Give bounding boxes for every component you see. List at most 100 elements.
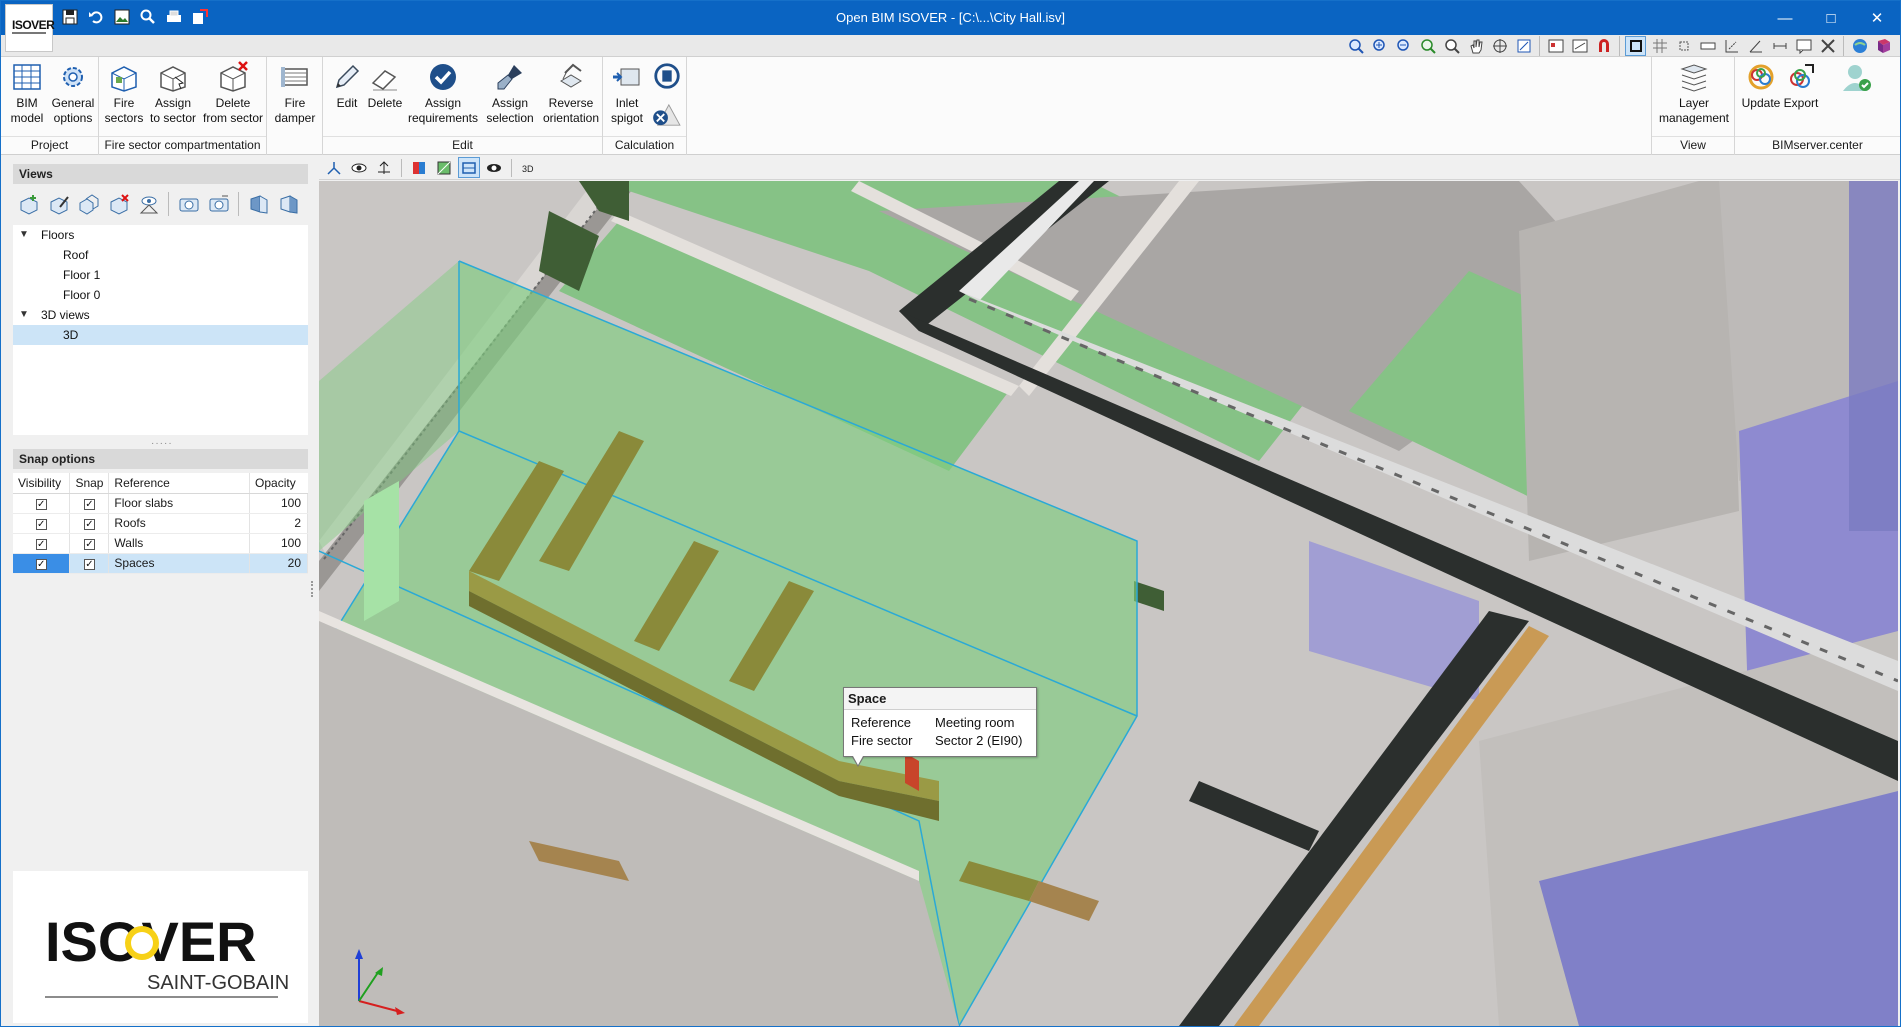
3d-viewport[interactable] xyxy=(319,181,1898,1026)
zoom-in-icon[interactable] xyxy=(1369,36,1390,56)
tree-node-floors[interactable]: ▼ Floors xyxy=(13,225,308,245)
inlet-spigot-button[interactable]: Inlet spigot xyxy=(605,61,649,126)
render-icon[interactable] xyxy=(1545,36,1566,56)
app-logo[interactable]: ISOVER xyxy=(5,4,55,52)
delete-button[interactable]: Delete xyxy=(365,61,405,111)
calculate-button[interactable] xyxy=(651,61,683,95)
bim-model-button[interactable]: BIM model xyxy=(7,61,47,126)
camera-settings-icon[interactable] xyxy=(205,191,232,218)
3d-model-render[interactable] xyxy=(319,181,1898,1026)
3d-view-icon[interactable]: 3D xyxy=(518,157,540,178)
edit-view-icon[interactable] xyxy=(45,191,72,218)
calculation-errors-button[interactable] xyxy=(651,103,683,131)
zoom-window-icon[interactable] xyxy=(1345,36,1366,56)
tree-item-3d[interactable]: 3D xyxy=(13,325,308,345)
snap-checkbox[interactable]: ✓ xyxy=(69,513,110,534)
close-button[interactable]: ✕ xyxy=(1854,1,1900,35)
online-help-icon[interactable] xyxy=(1849,36,1870,56)
help-book-icon[interactable] xyxy=(1873,36,1894,56)
assign-to-sector-button[interactable]: Assign to sector xyxy=(147,61,199,126)
tools-icon[interactable] xyxy=(1817,36,1838,56)
wireframe-icon[interactable] xyxy=(458,157,480,178)
opacity-cell[interactable]: 20 xyxy=(249,553,308,574)
ortho-icon[interactable] xyxy=(1697,36,1718,56)
inlet-spigot-icon xyxy=(613,68,640,86)
opacity-cell[interactable]: 100 xyxy=(249,533,308,554)
visibility-eye-icon[interactable] xyxy=(348,157,370,178)
delete-from-sector-button[interactable]: Delete from sector xyxy=(201,61,265,126)
orbit-icon[interactable] xyxy=(1489,36,1510,56)
update-button[interactable]: Update xyxy=(1741,61,1781,111)
table-row[interactable]: ✓ ✓ Roofs 2 xyxy=(13,513,308,534)
reverse-orientation-button[interactable]: Reverse orientation xyxy=(539,61,603,126)
shading-icon[interactable] xyxy=(433,157,455,178)
camera-icon[interactable] xyxy=(175,191,202,218)
tree-item-roof[interactable]: Roof xyxy=(13,245,308,265)
color-mode-icon[interactable] xyxy=(408,157,430,178)
column-header-reference[interactable]: Reference xyxy=(108,473,251,494)
vertical-splitter[interactable] xyxy=(311,581,313,597)
tree-node-3d-views[interactable]: ▼ 3D views xyxy=(13,305,308,325)
clip-plane-icon[interactable] xyxy=(275,191,302,218)
layer-management-button[interactable]: Layer management xyxy=(1654,61,1734,126)
angle-icon[interactable] xyxy=(1745,36,1766,56)
column-header-snap[interactable]: Snap xyxy=(69,473,110,494)
general-options-button[interactable]: General options xyxy=(51,61,95,126)
fit-view-icon[interactable] xyxy=(1513,36,1534,56)
grid-icon[interactable] xyxy=(1649,36,1670,56)
export-button[interactable]: Export xyxy=(1781,61,1821,111)
fire-damper-button[interactable]: Fire damper xyxy=(273,61,317,126)
minimize-button[interactable]: — xyxy=(1762,1,1808,35)
panel-splitter[interactable]: ····· xyxy=(151,438,173,449)
new-view-icon[interactable] xyxy=(15,191,42,218)
zoom-out-icon[interactable] xyxy=(1393,36,1414,56)
delete-view-icon[interactable] xyxy=(105,191,132,218)
visibility-checkbox[interactable]: ✓ xyxy=(13,553,71,574)
user-account-button[interactable] xyxy=(1837,61,1877,96)
opacity-cell[interactable]: 100 xyxy=(249,493,308,514)
chevron-down-icon[interactable]: ▼ xyxy=(19,225,29,245)
axes-icon[interactable] xyxy=(323,157,345,178)
visibility-checkbox[interactable]: ✓ xyxy=(13,513,71,534)
hide-element-icon[interactable] xyxy=(373,157,395,178)
tooltip-value-reference: Meeting room xyxy=(935,715,1015,730)
transparency-eye-icon[interactable] xyxy=(483,157,505,178)
maximize-button[interactable]: □ xyxy=(1808,1,1854,35)
visibility-checkbox[interactable]: ✓ xyxy=(13,533,71,554)
export-bim-icon xyxy=(1790,64,1814,88)
fire-sectors-button[interactable]: Fire sectors xyxy=(103,61,145,126)
column-header-visibility[interactable]: Visibility xyxy=(13,473,71,494)
snap-checkbox[interactable]: ✓ xyxy=(69,493,110,514)
assign-selection-button[interactable]: Assign selection xyxy=(481,61,539,126)
layers-toggle-icon[interactable] xyxy=(1569,36,1590,56)
tree-item-floor-1[interactable]: Floor 1 xyxy=(13,265,308,285)
visibility-checkbox[interactable]: ✓ xyxy=(13,493,71,514)
dimension-icon[interactable] xyxy=(1721,36,1742,56)
snap-checkbox[interactable]: ✓ xyxy=(69,553,110,574)
snap-points-icon[interactable] xyxy=(1673,36,1694,56)
assign-requirements-button[interactable]: Assign requirements xyxy=(405,61,481,126)
tree-item-floor-0[interactable]: Floor 0 xyxy=(13,285,308,305)
tooltip-title: Space xyxy=(844,688,1036,710)
table-row[interactable]: ✓ ✓ Walls 100 xyxy=(13,533,308,554)
zoom-extents-icon[interactable] xyxy=(1417,36,1438,56)
snap-checkbox[interactable]: ✓ xyxy=(69,533,110,554)
tooltip-label-reference: Reference xyxy=(851,715,911,730)
edit-button[interactable]: Edit xyxy=(327,61,367,111)
chevron-down-icon[interactable]: ▼ xyxy=(19,305,29,325)
table-row[interactable]: ✓ ✓ Floor slabs 100 xyxy=(13,493,308,514)
column-header-opacity[interactable]: Opacity xyxy=(249,473,308,494)
section-box-icon[interactable] xyxy=(245,191,272,218)
measure-icon[interactable] xyxy=(1769,36,1790,56)
ribbon-group-fire-damper: Fire damper xyxy=(267,57,323,155)
comment-icon[interactable] xyxy=(1793,36,1814,56)
magnet-snap-icon[interactable] xyxy=(1593,36,1614,56)
zoom-previous-icon[interactable] xyxy=(1441,36,1462,56)
copy-view-icon[interactable] xyxy=(75,191,102,218)
tooltip-value-fire-sector: Sector 2 (EI90) xyxy=(935,733,1023,748)
table-row[interactable]: ✓ ✓ Spaces 20 xyxy=(13,553,308,574)
view-visibility-icon[interactable] xyxy=(135,191,162,218)
pan-hand-icon[interactable] xyxy=(1465,36,1486,56)
opacity-cell[interactable]: 2 xyxy=(249,513,308,534)
select-mode-icon[interactable] xyxy=(1625,36,1646,56)
